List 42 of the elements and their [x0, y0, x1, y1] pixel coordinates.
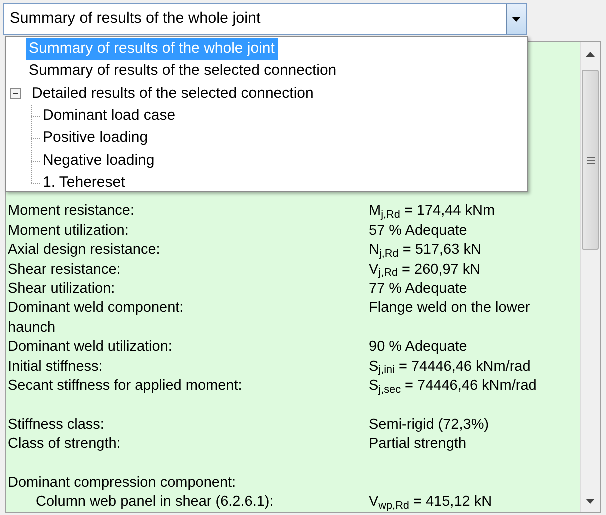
result-value: S$_{j,sec}$ = 74446,46 kNm/rad — [369, 376, 537, 396]
result-value: haunch — [8, 318, 56, 338]
result-label: Moment utilization: — [8, 222, 129, 239]
result-value: Semi-rigid (72,3%) — [369, 416, 490, 435]
result-label: Dominant weld utilization: — [8, 339, 172, 356]
tree-line-icon — [30, 127, 40, 150]
tree-line-icon — [30, 105, 40, 128]
result-label: Shear utilization: — [8, 280, 116, 297]
result-label: Class of strength: — [8, 436, 121, 452]
result-value: Flange weld on the lower — [369, 299, 530, 318]
dropdown-option[interactable]: Detailed results of the selected connection — [29, 82, 317, 105]
result-value: N$_{j,Rd}$ = 517,63 kN — [369, 241, 482, 261]
result-value: 77 % Adequate — [369, 280, 468, 299]
result-label: Initial stiffness: — [8, 358, 103, 375]
result-label: Dominant compression component: — [8, 474, 236, 491]
dropdown-button[interactable] — [506, 4, 526, 34]
result-value: V$_{j,Rd}$ = 260,97 kN — [369, 260, 481, 280]
result-label: Secant stiffness for applied moment: — [8, 378, 242, 394]
result-label: Dominant weld component: — [8, 300, 184, 316]
result-value: 57 % Adequate — [369, 222, 468, 241]
scrollbar[interactable] — [580, 42, 600, 512]
scroll-thumb[interactable] — [582, 70, 599, 250]
dropdown-option[interactable]: Positive loading — [40, 127, 152, 150]
scroll-up-icon[interactable] — [586, 52, 595, 57]
dropdown-option[interactable]: Dominant load case — [40, 105, 179, 128]
dropdown-option[interactable]: Summary of results of the selected connection — [26, 60, 340, 82]
result-label: Moment resistance: — [8, 203, 135, 220]
dropdown-option[interactable]: 1. Tehereset — [40, 172, 128, 194]
result-value: V$_{wp,Rd}$ = 415,12 kN — [369, 493, 492, 513]
collapse-icon[interactable] — [10, 88, 21, 100]
caret-icon — [512, 16, 521, 22]
result-value: M$_{j,Rd}$ = 174,44 kNm — [369, 202, 496, 222]
result-value: Partial strength — [369, 435, 467, 454]
result-label: Axial design resistance: — [8, 242, 160, 258]
dropdown-field[interactable]: Summary of results of the whole joint — [3, 3, 527, 35]
result-value: 90 % Adequate — [369, 338, 468, 358]
scroll-down-icon[interactable] — [586, 499, 595, 504]
dropdown-option[interactable]: Negative loading — [40, 150, 158, 172]
result-label: Stiffness class: — [8, 416, 104, 433]
result-label: Shear resistance: — [8, 262, 121, 278]
result-label: Column web panel in shear (6.2.6.1): — [35, 494, 274, 510]
result-value: S$_{j,ini}$ = 74446,46 kNm/rad — [369, 358, 531, 377]
